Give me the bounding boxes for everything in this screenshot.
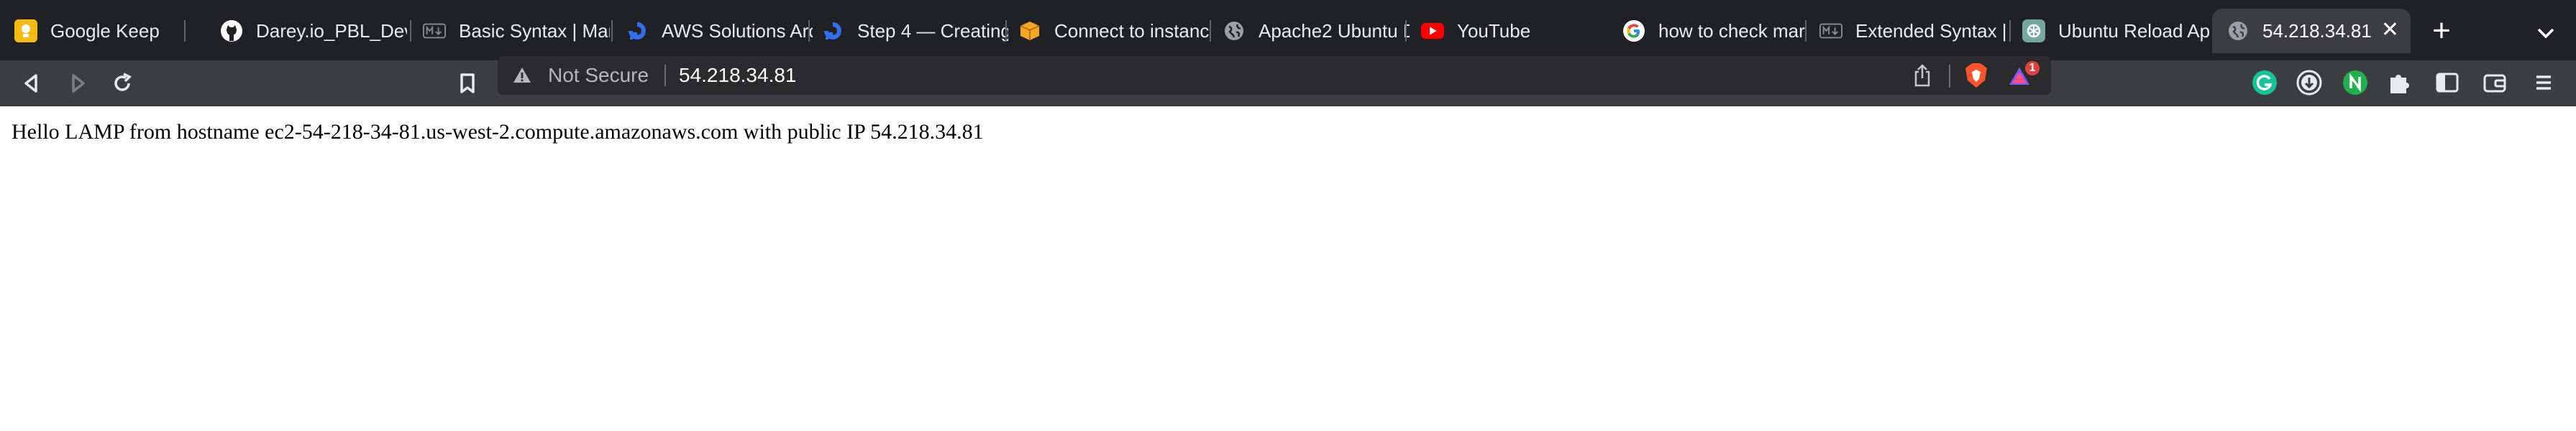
forward-button[interactable]: [65, 70, 91, 96]
google-keep-icon: [14, 19, 37, 42]
url-text[interactable]: 54.218.34.81: [679, 62, 797, 89]
aws-box-icon: [1018, 19, 1041, 42]
tab-extended-syntax[interactable]: Extended Syntax |: [1805, 9, 2014, 53]
tab-title: 54.218.34.81: [2262, 19, 2372, 42]
tab-youtube[interactable]: YouTube: [1407, 9, 1608, 53]
globe-icon: [2226, 19, 2250, 42]
tab-title: AWS Solutions Arc: [662, 19, 813, 42]
notification-count-badge: 1: [2029, 62, 2036, 74]
notion-web-clipper-icon[interactable]: [2342, 69, 2369, 96]
tab-search-chevron-icon[interactable]: [2531, 19, 2560, 47]
address-divider-right: [1949, 65, 1950, 88]
tab-strip: Google Keep Darey.io_PBL_Dev Basic Synta…: [0, 0, 2576, 60]
new-tab-button[interactable]: +: [2425, 14, 2458, 47]
close-tab-icon[interactable]: ✕: [2381, 19, 2399, 42]
youtube-icon: [1421, 19, 1444, 42]
tab-title: Ubuntu Reload Ap: [2058, 19, 2209, 42]
tab-title: Extended Syntax |: [1855, 19, 2007, 42]
digitalocean-icon: [821, 19, 844, 42]
tab-basic-syntax[interactable]: Basic Syntax | Mar: [408, 9, 610, 53]
tab-title: Basic Syntax | Mar: [459, 19, 610, 42]
brave-rewards-icon[interactable]: 1: [2008, 60, 2041, 91]
grammarly-icon[interactable]: [2251, 69, 2278, 96]
tab-title: how to check mar: [1658, 19, 1805, 42]
tab-aws-solutions[interactable]: AWS Solutions Arc: [611, 9, 813, 53]
back-button[interactable]: [19, 70, 45, 96]
bookmark-button[interactable]: [455, 70, 480, 96]
tab-title: Connect to instanc: [1054, 19, 1210, 42]
tab-google-keep[interactable]: Google Keep: [0, 9, 183, 53]
tab-google-search[interactable]: how to check mar: [1608, 9, 1809, 53]
address-bar[interactable]: Not Secure 54.218.34.81 1: [498, 56, 2051, 95]
tab-apache2-ubuntu[interactable]: Apache2 Ubuntu D: [1208, 9, 1410, 53]
markdown-icon: [423, 19, 446, 42]
digitalocean-icon: [626, 19, 649, 42]
tab-separator: [184, 20, 186, 42]
security-status-label[interactable]: Not Secure: [548, 62, 649, 89]
reload-button[interactable]: [109, 70, 135, 96]
menu-icon[interactable]: [2530, 69, 2557, 96]
tab-step-4-creating[interactable]: Step 4 — Creating: [807, 9, 1008, 53]
tab-title: Step 4 — Creating: [857, 19, 1008, 42]
markdown-icon: [1819, 19, 1842, 42]
tab-title: YouTube: [1457, 19, 1531, 42]
wallet-icon[interactable]: [2481, 69, 2508, 96]
page-body-text: Hello LAMP from hostname ec2-54-218-34-8…: [12, 120, 984, 144]
tab-ubuntu-reload-apache[interactable]: Ubuntu Reload Ap: [2008, 9, 2209, 53]
tab-active-54-218-34-81[interactable]: 54.218.34.81 ✕: [2212, 9, 2411, 53]
openai-icon: [2022, 19, 2045, 42]
share-icon[interactable]: [1912, 63, 1933, 88]
tab-title: Apache2 Ubuntu D: [1259, 19, 1410, 42]
globe-icon: [1223, 19, 1246, 42]
warning-triangle-icon[interactable]: [512, 65, 532, 85]
tab-connect-to-instance[interactable]: Connect to instanc: [1004, 9, 1212, 53]
extensions-puzzle-icon[interactable]: [2386, 69, 2413, 96]
github-icon: [220, 19, 243, 42]
tab-title: Google Keep: [50, 19, 160, 42]
browser-toolbar: Not Secure 54.218.34.81 1: [0, 56, 2576, 106]
google-icon: [1622, 19, 1645, 42]
brave-shields-icon[interactable]: [1963, 62, 1989, 89]
tab-title: Darey.io_PBL_Dev: [256, 19, 407, 42]
sidebar-toggle-icon[interactable]: [2434, 69, 2461, 96]
address-divider: [664, 65, 666, 86]
tab-github-darey[interactable]: Darey.io_PBL_Dev: [206, 9, 407, 53]
download-circle-icon[interactable]: [2296, 69, 2323, 96]
